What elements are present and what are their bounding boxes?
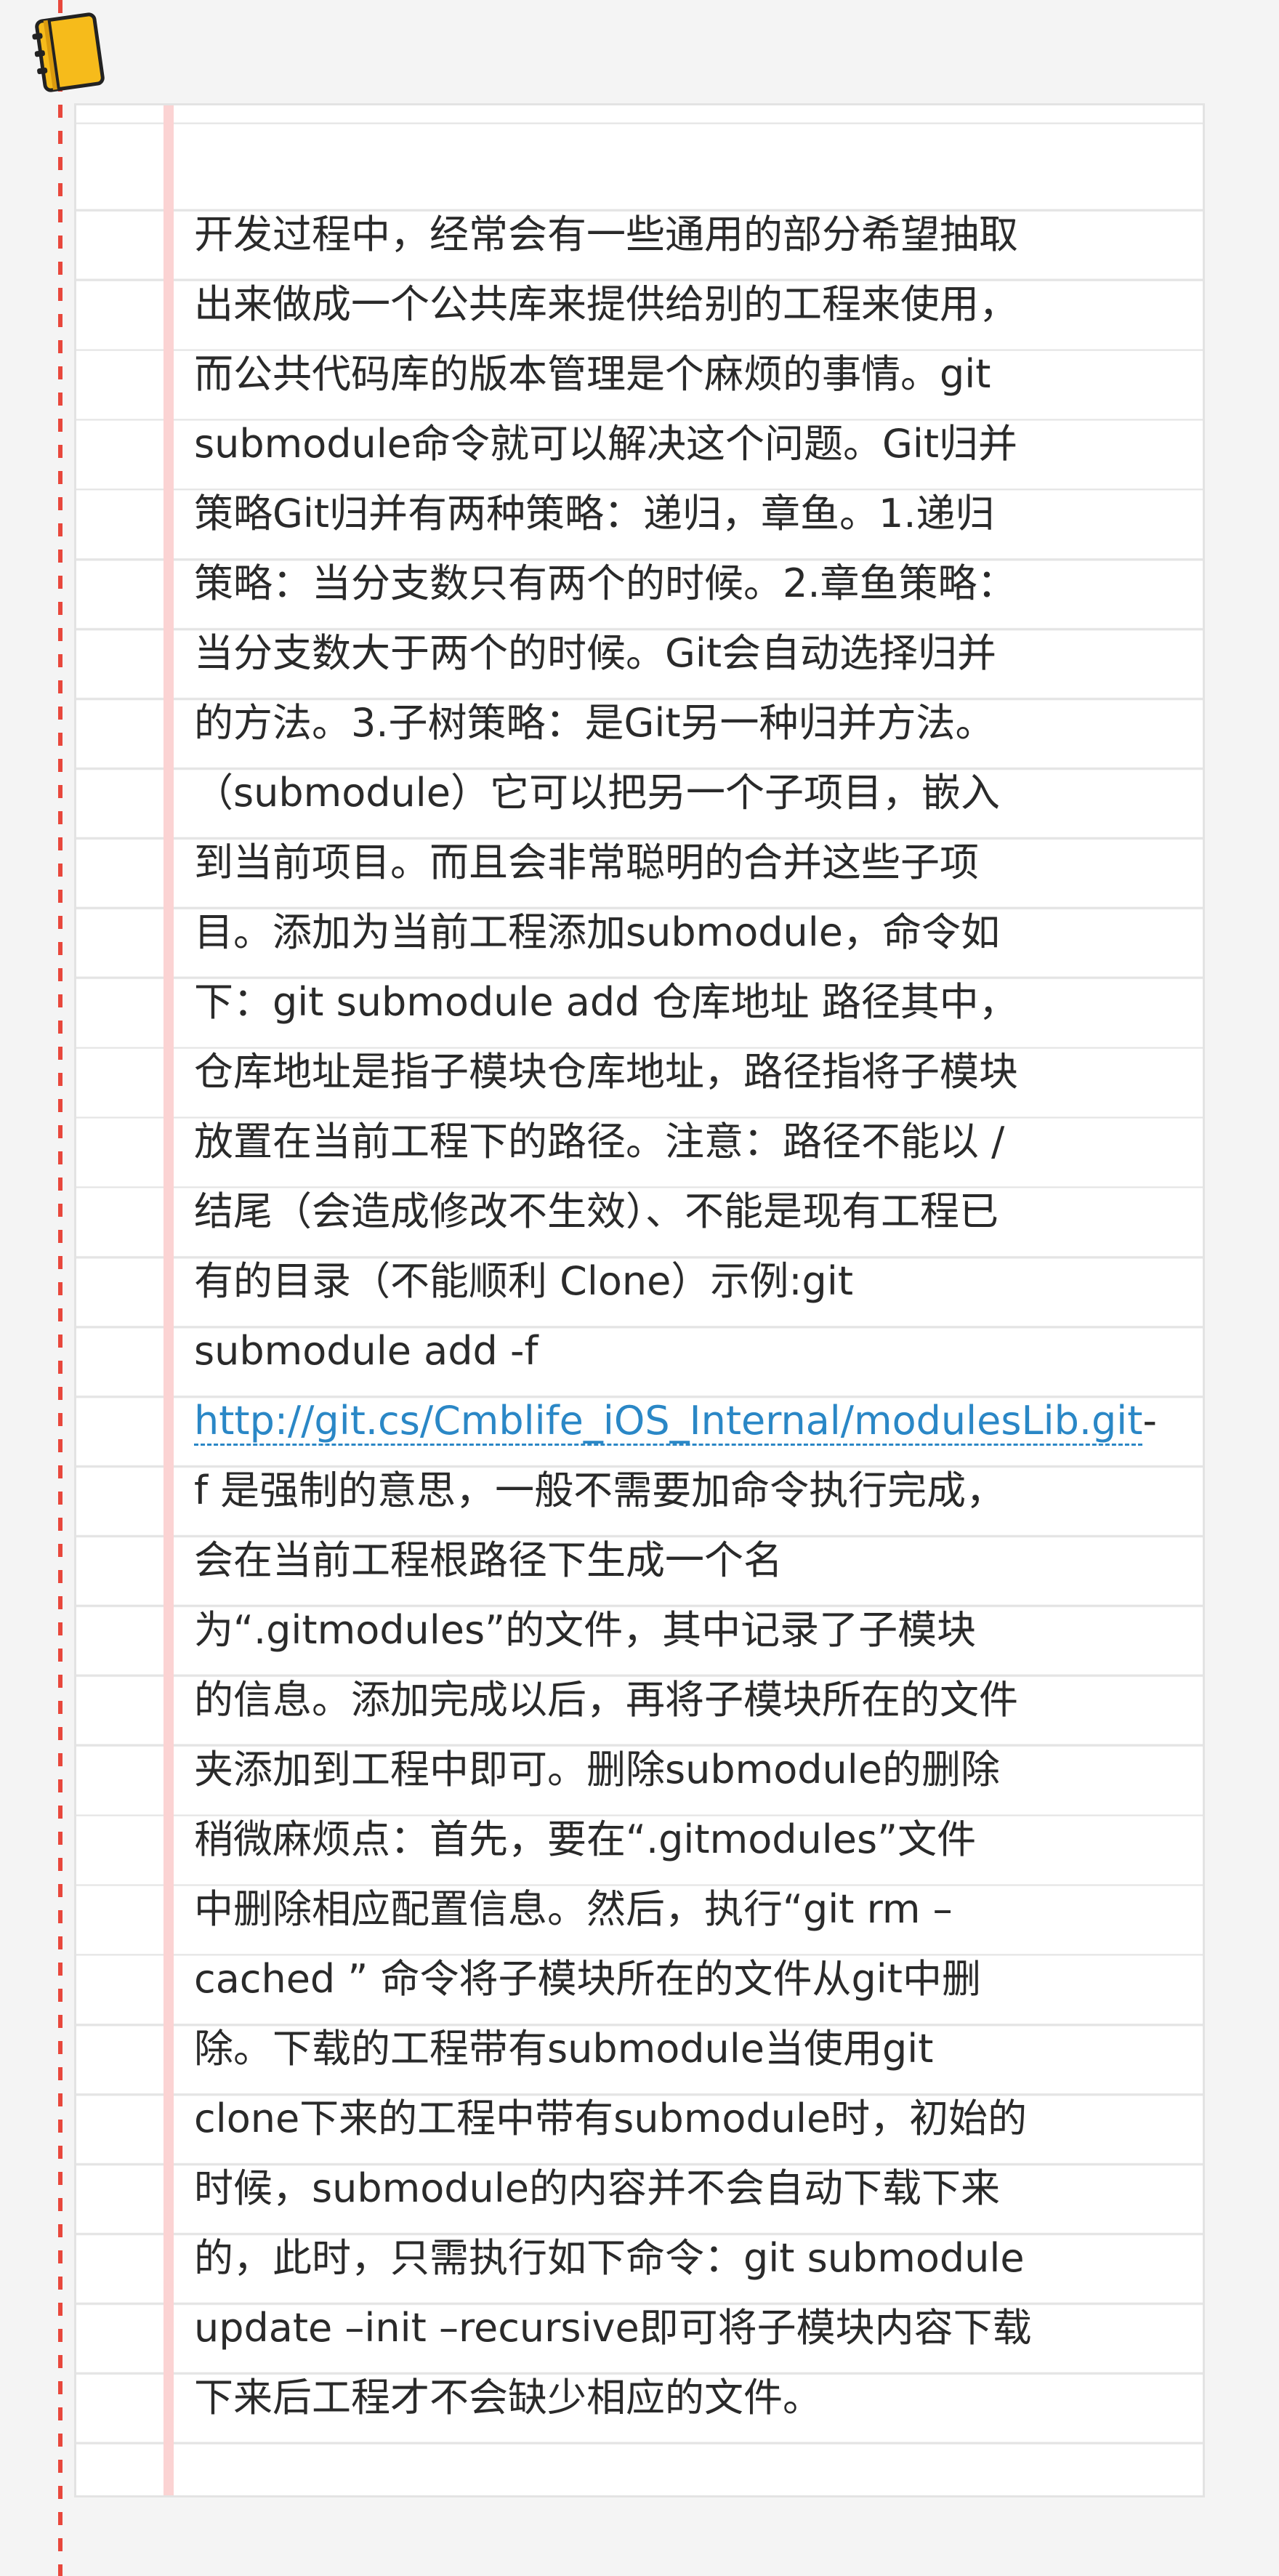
article-line: 有的目录（不能顺利 Clone）示例:git [194, 1258, 854, 1304]
article-line: 仓库地址是指子模块仓库地址，路径指将子模块 [194, 1049, 1018, 1095]
article-line: 目。添加为当前工程添加submodule，命令如 [194, 909, 1001, 955]
article-line: 下来后工程才不会缺少相应的文件。 [194, 2375, 822, 2420]
article-line: 出来做成一个公共库来提供给别的工程来使用， [194, 281, 1018, 327]
article-line: 放置在当前工程下的路径。注意：路径不能以 / [194, 1119, 1005, 1164]
article-line: 除。下载的工程带有submodule当使用git [194, 2026, 934, 2072]
article-line: submodule add -f [194, 1328, 538, 1374]
article-line: 下：git submodule add 仓库地址 路径其中， [194, 979, 1018, 1025]
article-line: 中删除相应配置信息。然后，执行“git rm – [194, 1886, 953, 1932]
article-line: 的信息。添加完成以后，再将子模块所在的文件 [194, 1677, 1018, 1723]
article-line: submodule命令就可以解决这个问题。Git归并 [194, 421, 1018, 467]
notebook-icon [32, 12, 105, 92]
link-line: http://git.cs/Cmblife_iOS_Internal/modul… [194, 1386, 1182, 1456]
article-line: 到当前项目。而且会非常聪明的合并这些子项 [194, 840, 979, 885]
article-line: f 是强制的意思，一般不需要加命令执行完成， [194, 1468, 1006, 1513]
article-line: 策略：当分支数只有两个的时候。2.章鱼策略： [194, 560, 1017, 606]
article-body: 开发过程中，经常会有一些通用的部分希望抽取 出来做成一个公共库来提供给别的工程来… [194, 200, 1182, 2433]
article-line: 而公共代码库的版本管理是个麻烦的事情。git [194, 351, 991, 397]
article-line: 的方法。3.子树策略：是Git另一种归并方法。 [194, 700, 995, 746]
repo-link[interactable]: http://git.cs/Cmblife_iOS_Internal/modul… [194, 1398, 1143, 1446]
article-line: 稍微麻烦点：首先，要在“.gitmodules”文件 [194, 1816, 977, 1862]
article-line: 时候，submodule的内容并不会自动下载下来 [194, 2165, 1001, 2211]
note-card: 开发过程中，经常会有一些通用的部分希望抽取 出来做成一个公共库来提供给别的工程来… [74, 103, 1205, 2497]
article-line: clone下来的工程中带有submodule时，初始的 [194, 2096, 1028, 2141]
article-line: cached ” 命令将子模块所在的文件从git中删 [194, 1956, 981, 2002]
article-line: 会在当前工程根路径下生成一个名 [194, 1537, 783, 1583]
margin-dashed-line [58, 0, 62, 2576]
article-line: 当分支数大于两个的时候。Git会自动选择归并 [194, 630, 997, 676]
card-margin-line [164, 105, 174, 2495]
article-line: （submodule）它可以把另一个子项目，嵌入 [194, 770, 1001, 816]
article-line: 夹添加到工程中即可。删除submodule的删除 [194, 1747, 1001, 1792]
article-line: 的，此时，只需执行如下命令：git submodule [194, 2235, 1025, 2281]
article-line: update –init –recursive即可将子模块内容下载 [194, 2305, 1032, 2351]
link-suffix: - [1142, 1398, 1157, 1444]
article-line: 结尾（会造成修改不生效）、不能是现有工程已 [194, 1188, 998, 1234]
article-line: 开发过程中，经常会有一些通用的部分希望抽取 [194, 212, 1018, 257]
article-line: 为“.gitmodules”的文件，其中记录了子模块 [194, 1607, 977, 1653]
article-line: 策略Git归并有两种策略：递归，章鱼。1.递归 [194, 491, 995, 536]
